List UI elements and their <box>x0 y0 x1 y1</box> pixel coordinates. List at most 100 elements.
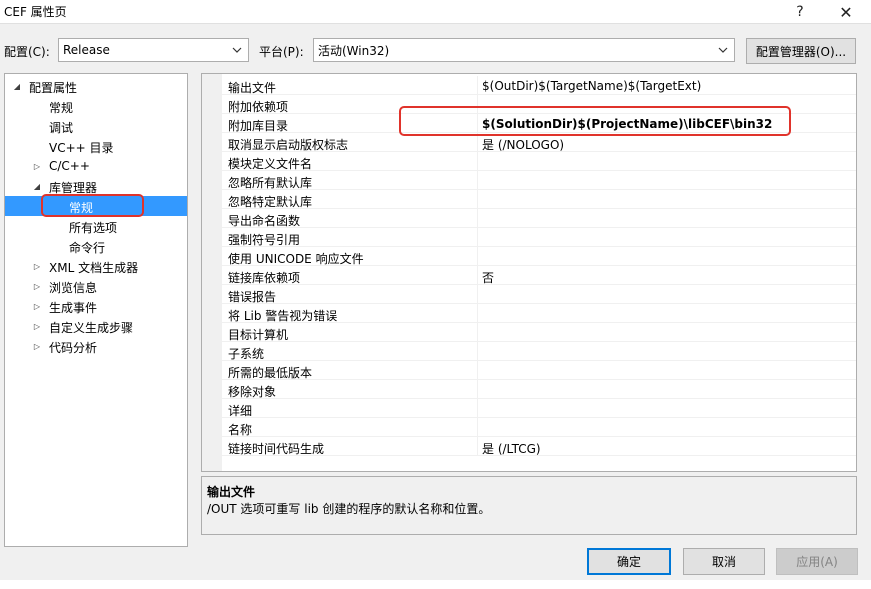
table-row[interactable]: 附加库目录 $(SolutionDir)$(ProjectName)\libCE… <box>222 114 856 133</box>
grid-gutter <box>202 74 222 471</box>
table-row[interactable]: 忽略特定默认库 <box>222 190 856 209</box>
property-name: 附加库目录 <box>228 119 289 133</box>
tree-item-label: 代码分析 <box>49 341 98 355</box>
tree-item-label: 生成事件 <box>49 301 98 315</box>
column-divider <box>477 190 478 209</box>
table-row[interactable]: 错误报告 <box>222 285 856 304</box>
collapsed-icon[interactable]: ▷ <box>31 300 43 312</box>
description-panel: 输出文件 /OUT 选项可重写 lib 创建的程序的默认名称和位置。 <box>201 476 857 535</box>
config-dropdown[interactable]: Release <box>58 38 249 62</box>
property-name: 附加依赖项 <box>228 100 289 114</box>
tree-item-label: 浏览信息 <box>49 281 98 295</box>
tree-item-code-analysis[interactable]: ▷ 代码分析 <box>5 336 187 356</box>
tree-item-config-properties[interactable]: ◢ 配置属性 <box>5 76 187 96</box>
property-value[interactable]: $(OutDir)$(TargetName)$(TargetExt) <box>482 79 701 93</box>
property-name: 忽略所有默认库 <box>228 176 313 190</box>
platform-label: 平台(P): <box>259 45 304 59</box>
table-row[interactable]: 目标计算机 <box>222 323 856 342</box>
table-row[interactable]: 强制符号引用 <box>222 228 856 247</box>
property-grid: 输出文件 $(OutDir)$(TargetName)$(TargetExt) … <box>201 73 857 472</box>
column-divider <box>477 380 478 399</box>
table-row[interactable]: 取消显示启动版权标志 是 (/NOLOGO) <box>222 133 856 152</box>
tree-item-label: 常规 <box>49 101 74 115</box>
ok-button[interactable]: 确定 <box>587 548 671 575</box>
column-divider <box>477 133 478 152</box>
table-row[interactable]: 输出文件 $(OutDir)$(TargetName)$(TargetExt) <box>222 76 856 95</box>
column-divider <box>477 323 478 342</box>
property-name: 输出文件 <box>228 81 277 95</box>
tree-item-label: 配置属性 <box>29 81 78 95</box>
column-divider <box>477 76 478 95</box>
table-row[interactable]: 忽略所有默认库 <box>222 171 856 190</box>
tree-item-build-events[interactable]: ▷ 生成事件 <box>5 296 187 316</box>
column-divider <box>477 247 478 266</box>
column-divider <box>477 171 478 190</box>
table-row[interactable]: 附加依赖项 <box>222 95 856 114</box>
property-tree[interactable]: ◢ 配置属性 常规 调试 VC++ 目录 ▷ C/C++ ◢ 库管理器 常规 所… <box>4 73 188 547</box>
table-row[interactable]: 名称 <box>222 418 856 437</box>
collapsed-icon[interactable]: ▷ <box>31 340 43 352</box>
property-name: 错误报告 <box>228 290 277 304</box>
config-row: 配置(C): Release 平台(P): 活动(Win32) 配置管理器(O)… <box>0 38 871 64</box>
tree-item-librarian[interactable]: ◢ 库管理器 <box>5 176 187 196</box>
tree-item-debugging[interactable]: 调试 <box>5 116 187 136</box>
apply-button[interactable]: 应用(A) <box>776 548 858 575</box>
config-dropdown-value: Release <box>63 43 110 57</box>
tree-item-all-options[interactable]: 所有选项 <box>5 216 187 236</box>
property-name: 所需的最低版本 <box>228 366 313 380</box>
property-name: 使用 UNICODE 响应文件 <box>228 252 364 266</box>
tree-item-vc-directories[interactable]: VC++ 目录 <box>5 136 187 156</box>
cancel-button[interactable]: 取消 <box>683 548 765 575</box>
tree-item-command-line[interactable]: 命令行 <box>5 236 187 256</box>
tree-item-librarian-general[interactable]: 常规 <box>5 196 187 216</box>
tree-item-label: C/C++ <box>49 159 90 173</box>
tree-item-xml-doc-generator[interactable]: ▷ XML 文档生成器 <box>5 256 187 276</box>
column-divider <box>477 437 478 456</box>
expanded-icon[interactable]: ◢ <box>11 80 23 92</box>
tree-item-label: 所有选项 <box>69 221 118 235</box>
property-value[interactable]: 是 (/NOLOGO) <box>482 136 564 153</box>
column-divider <box>477 228 478 247</box>
expanded-icon[interactable]: ◢ <box>31 180 43 192</box>
column-divider <box>477 95 478 114</box>
tree-item-custom-build-step[interactable]: ▷ 自定义生成步骤 <box>5 316 187 336</box>
table-row[interactable]: 链接库依赖项 否 <box>222 266 856 285</box>
close-button[interactable]: ✕ <box>828 0 864 24</box>
tree-item-general[interactable]: 常规 <box>5 96 187 116</box>
config-manager-button[interactable]: 配置管理器(O)... <box>746 38 856 64</box>
property-value[interactable]: 否 <box>482 269 494 286</box>
property-value[interactable]: $(SolutionDir)$(ProjectName)\libCEF\bin3… <box>482 117 772 131</box>
column-divider <box>477 418 478 437</box>
collapsed-icon[interactable]: ▷ <box>31 160 43 172</box>
column-divider <box>477 342 478 361</box>
table-row[interactable]: 模块定义文件名 <box>222 152 856 171</box>
table-row[interactable]: 链接时间代码生成 是 (/LTCG) <box>222 437 856 456</box>
collapsed-icon[interactable]: ▷ <box>31 280 43 292</box>
table-row[interactable]: 子系统 <box>222 342 856 361</box>
property-name: 详细 <box>228 404 253 418</box>
table-row[interactable]: 使用 UNICODE 响应文件 <box>222 247 856 266</box>
platform-dropdown[interactable]: 活动(Win32) <box>313 38 735 62</box>
chevron-down-icon <box>230 42 244 58</box>
platform-dropdown-value: 活动(Win32) <box>318 43 390 58</box>
tree-item-browse-info[interactable]: ▷ 浏览信息 <box>5 276 187 296</box>
collapsed-icon[interactable]: ▷ <box>31 260 43 272</box>
table-row[interactable]: 详细 <box>222 399 856 418</box>
tree-item-label: 自定义生成步骤 <box>49 321 134 335</box>
property-name: 移除对象 <box>228 385 277 399</box>
collapsed-icon[interactable]: ▷ <box>31 320 43 332</box>
property-value[interactable]: 是 (/LTCG) <box>482 440 541 457</box>
tree-item-c-cpp[interactable]: ▷ C/C++ <box>5 156 187 176</box>
property-name: 目标计算机 <box>228 328 289 342</box>
column-divider <box>477 114 478 133</box>
tree-item-label: VC++ 目录 <box>49 141 114 155</box>
table-row[interactable]: 所需的最低版本 <box>222 361 856 380</box>
property-name: 导出命名函数 <box>228 214 301 228</box>
description-text: /OUT 选项可重写 lib 创建的程序的默认名称和位置。 <box>207 502 491 516</box>
table-row[interactable]: 导出命名函数 <box>222 209 856 228</box>
background-strip <box>0 580 871 589</box>
help-button[interactable]: ? <box>782 0 818 24</box>
tree-item-label: 常规 <box>69 201 94 215</box>
table-row[interactable]: 移除对象 <box>222 380 856 399</box>
table-row[interactable]: 将 Lib 警告视为错误 <box>222 304 856 323</box>
